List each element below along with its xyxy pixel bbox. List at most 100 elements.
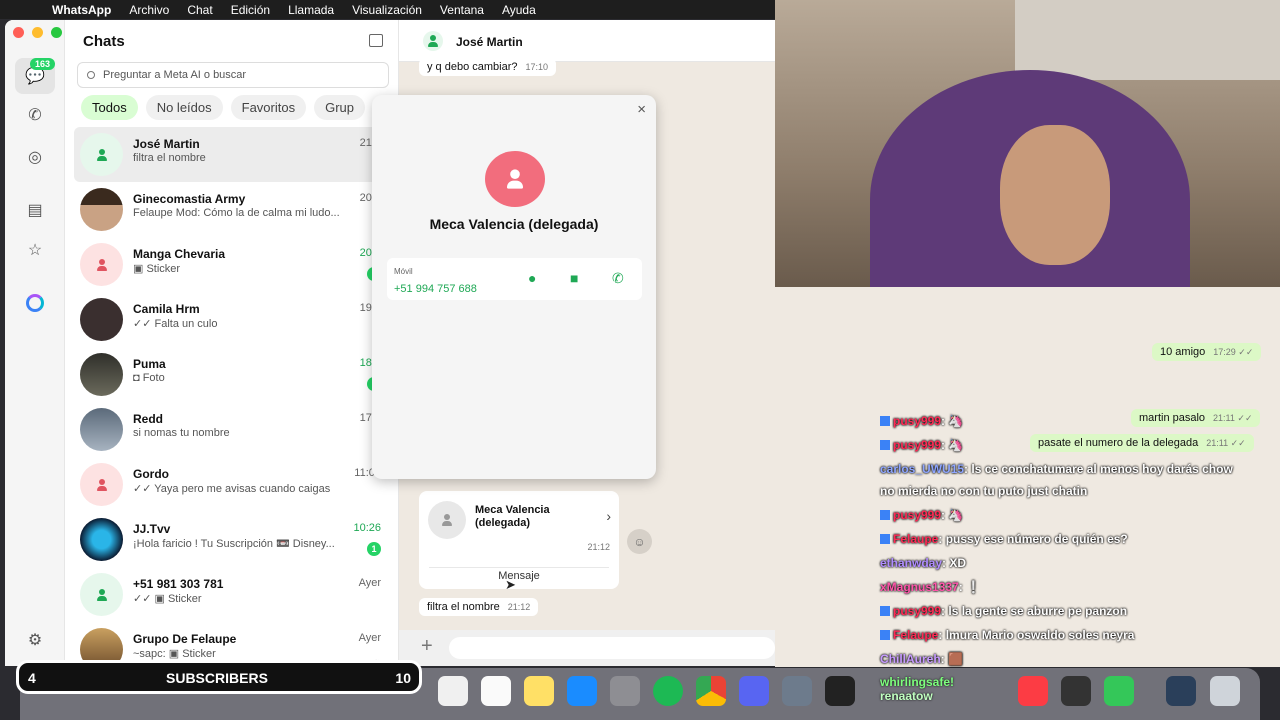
contact-name[interactable]: José Martin <box>456 35 523 49</box>
chat-name: Puma <box>133 357 166 371</box>
twitch-chat-bottom: whirlingsafe! renaatow <box>880 675 954 703</box>
close-icon[interactable]: × <box>637 101 646 118</box>
filter-favoritos[interactable]: Favoritos <box>230 95 307 120</box>
message-bubble[interactable]: y q debo cambiar? 17:10 <box>419 58 557 76</box>
subscriber-count-start: 4 <box>28 670 36 686</box>
whatsapp-window: 💬 163 ✆ ◎ ▤ ☆ ⚙ Chats Preguntar a Meta A… <box>5 20 775 666</box>
chrome-icon[interactable] <box>696 676 726 706</box>
attach-plus-icon[interactable]: + <box>421 635 433 658</box>
settings-nav-button[interactable]: ⚙ <box>15 622 55 658</box>
shared-contact-time: 21:12 <box>587 542 610 552</box>
filter-no-leidos[interactable]: No leídos <box>145 95 223 120</box>
menu-chat[interactable]: Chat <box>187 3 212 17</box>
chat-username: Felaupe <box>893 628 939 642</box>
menu-llamada[interactable]: Llamada <box>288 3 334 17</box>
shared-contact-name: Meca Valencia (delegada) <box>475 504 550 529</box>
chats-nav-button[interactable]: 💬 163 <box>15 58 55 94</box>
chat-message: : 🦄 <box>941 414 964 428</box>
avatar <box>80 518 123 561</box>
message-time: 17:10 <box>525 62 549 72</box>
phone-call-icon[interactable]: ✆ <box>612 270 624 287</box>
phone-label: Móvil <box>394 267 413 276</box>
contact-avatar[interactable] <box>423 31 443 51</box>
menu-ayuda[interactable]: Ayuda <box>502 3 536 17</box>
chat-row[interactable]: Redd si nomas tu nombre 17:2 <box>74 402 399 457</box>
chat-row[interactable]: Puma ◘ Foto 18:1 <box>74 347 399 402</box>
avatar <box>80 188 123 231</box>
terminal-icon[interactable] <box>825 676 855 706</box>
menu-ventana[interactable]: Ventana <box>440 3 484 17</box>
chat-bubble-icon[interactable]: ● <box>528 270 536 286</box>
outgoing-message[interactable]: pasate el numero de la delegada 21:11 ✓✓ <box>1030 434 1254 452</box>
message-contact-button[interactable]: Mensaje <box>429 567 609 583</box>
chat-row[interactable]: Camila Hrm ✓✓ Falta un culo 19:0 <box>74 292 399 347</box>
close-window-button[interactable] <box>13 27 24 38</box>
find-my-icon[interactable] <box>1104 676 1134 706</box>
menu-archivo[interactable]: Archivo <box>129 3 169 17</box>
chat-row[interactable]: Ginecomastia Army Felaupe Mod: Cómo la d… <box>74 182 399 237</box>
phone-number[interactable]: +51 994 757 688 <box>394 283 477 295</box>
screen-icon[interactable] <box>1166 676 1196 706</box>
avatar <box>80 463 123 506</box>
search-placeholder: Preguntar a Meta AI o buscar <box>103 69 247 81</box>
search-input[interactable]: Preguntar a Meta AI o buscar <box>77 62 389 88</box>
calculator-icon[interactable] <box>1061 676 1091 706</box>
chat-row[interactable]: +51 981 303 781 ✓✓ ▣ Sticker Ayer <box>74 567 399 622</box>
meta-ai-nav-button[interactable] <box>15 285 55 321</box>
chat-time: Ayer <box>358 577 381 589</box>
chat-message: no mierda no con tu puto just chatin <box>880 484 1088 498</box>
message-text: y q debo cambiar? <box>427 61 518 73</box>
filter-grupos[interactable]: Grup <box>314 95 365 120</box>
starred-nav-button[interactable]: ☆ <box>15 232 55 268</box>
archive-nav-button[interactable]: ▤ <box>15 192 55 228</box>
outgoing-message[interactable]: 10 amigo 17:29 ✓✓ <box>1152 343 1262 361</box>
calendar-icon[interactable] <box>438 676 468 706</box>
message-input[interactable] <box>449 637 775 659</box>
webcam-overlay <box>775 0 1280 287</box>
menu-visualizacion[interactable]: Visualización <box>352 3 422 17</box>
chat-row[interactable]: José Martin filtra el nombre 21:1 <box>74 127 399 182</box>
status-nav-button[interactable]: ◎ <box>15 139 55 175</box>
music-icon[interactable] <box>1018 676 1048 706</box>
trash-icon[interactable] <box>1210 676 1240 706</box>
twitch-chat-line: Felaupe: lmura Mario oswaldo soles neyra <box>880 628 1134 642</box>
chat-username: pusy999 <box>893 508 942 522</box>
subscriber-count-goal: 10 <box>395 670 411 686</box>
twitch-chat-line: xMagnus1337: ❕ <box>880 580 981 594</box>
spotify-icon[interactable] <box>653 676 683 706</box>
chat-preview: ▣ Sticker <box>133 263 181 275</box>
meta-ai-icon <box>26 294 44 312</box>
shared-contact-avatar <box>428 501 466 539</box>
chat-row[interactable]: Gordo ✓✓ Yaya pero me avisas cuando caig… <box>74 457 399 512</box>
calls-nav-button[interactable]: ✆ <box>15 97 55 133</box>
preview-icon[interactable] <box>782 676 812 706</box>
outgoing-message[interactable]: martin pasalo 21:11 ✓✓ <box>1131 409 1261 427</box>
message-bubble[interactable]: filtra el nombre 21:12 <box>419 598 539 616</box>
new-chat-icon[interactable] <box>369 34 383 47</box>
badge-icon <box>880 416 890 426</box>
reaction-emoji-icon[interactable]: ☺ <box>627 529 652 554</box>
chat-name: JJ.Tvv <box>133 522 171 536</box>
person-icon <box>96 478 107 491</box>
calls-icon: ✆ <box>28 107 42 124</box>
chevron-right-icon[interactable]: › <box>606 508 611 524</box>
notes-icon[interactable] <box>524 676 554 706</box>
reminders-icon[interactable] <box>481 676 511 706</box>
chat-name: +51 981 303 781 <box>133 577 224 591</box>
chat-message: : 🟫 <box>940 652 963 666</box>
filter-todos[interactable]: Todos <box>81 95 138 120</box>
app-store-icon[interactable] <box>567 676 597 706</box>
system-settings-icon[interactable] <box>610 676 640 706</box>
chat-row[interactable]: Manga Chevaria ▣ Sticker 20:4 <box>74 237 399 292</box>
archive-icon: ▤ <box>27 202 43 219</box>
menu-whatsapp[interactable]: WhatsApp <box>52 3 111 17</box>
video-call-icon[interactable]: ■ <box>570 270 578 286</box>
zoom-window-button[interactable] <box>51 27 62 38</box>
chat-row[interactable]: JJ.Tvv ¡Hola faricio ! Tu Suscripción 📼 … <box>74 512 399 567</box>
discord-icon[interactable] <box>739 676 769 706</box>
shared-contact-card[interactable]: Meca Valencia (delegada) › 21:12 Mensaje <box>419 491 619 589</box>
message-time: 21:12 <box>507 602 531 612</box>
minimize-window-button[interactable] <box>32 27 43 38</box>
menu-edicion[interactable]: Edición <box>231 3 270 17</box>
conversation-header[interactable]: José Martin <box>399 20 775 62</box>
